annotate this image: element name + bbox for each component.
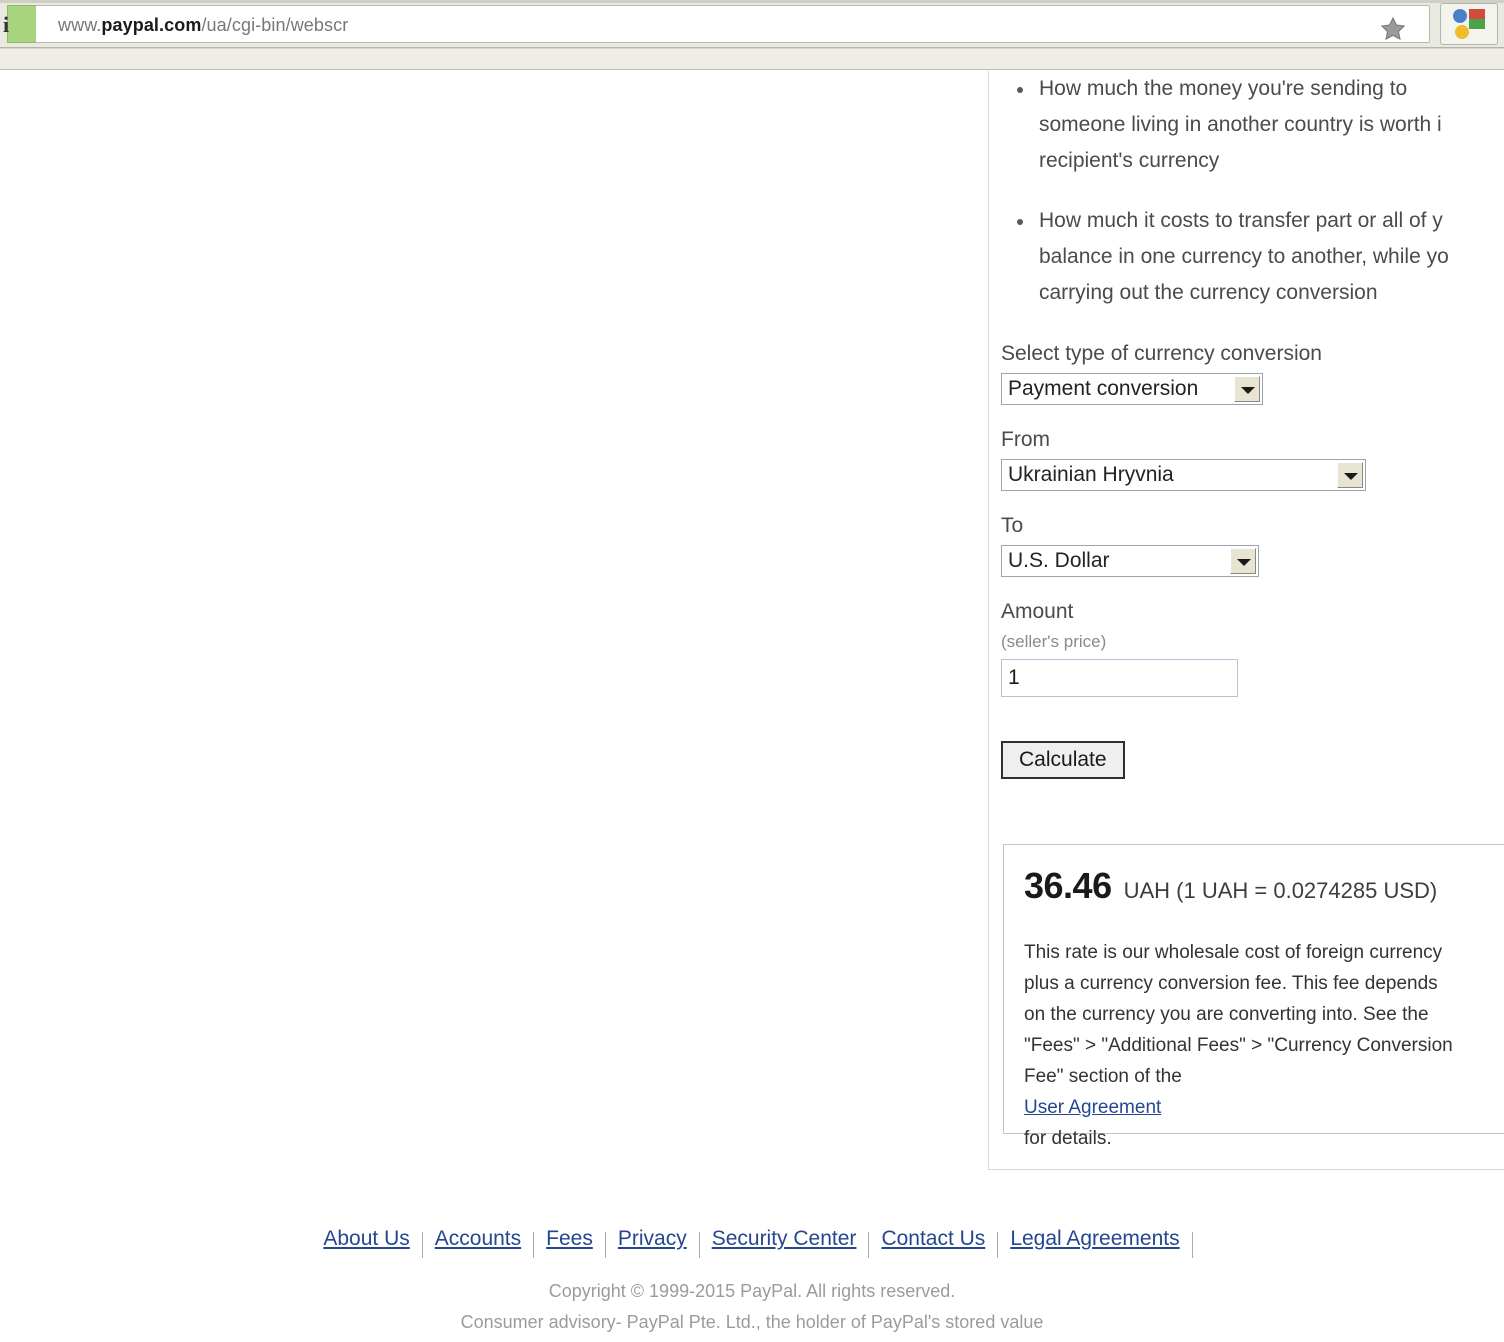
conversion-result-box: 36.46 UAH (1 UAH = 0.0274285 USD) This ra… [1003,844,1504,1149]
conversion-type-value: Payment conversion [1008,377,1199,400]
bullet-line: someone living in another country is wor… [1039,113,1442,136]
copyright-text: Copyright © 1999-2015 PayPal. All rights… [0,1276,1504,1338]
disclaimer-line-with-link: Fee" section of the User Agreement for d… [1024,1061,1504,1154]
bullet-line: balance in one currency to another, whil… [1039,245,1449,268]
bullet-line: recipient's currency [1039,149,1220,172]
bullet-line: How much it costs to transfer part or al… [1039,209,1443,232]
disclaimer-line: This rate is our wholesale cost of forei… [1024,942,1443,963]
amount-input[interactable] [1001,659,1238,697]
conversion-type-select[interactable]: Payment conversion [1001,373,1263,405]
footer-link-legal-agreements[interactable]: Legal Agreements [998,1224,1191,1254]
from-currency-value: Ukrainian Hryvnia [1008,463,1174,486]
from-currency-select[interactable]: Ukrainian Hryvnia [1001,459,1366,491]
screenshot-root: i www.paypal.com/ua/cgi-bin/webscr How m… [0,0,1504,1342]
google-profile-button[interactable] [1440,3,1498,45]
from-currency-label: From [1001,428,1050,451]
bullet-line: How much the money you're sending to [1039,77,1408,100]
footer-link-security-center[interactable]: Security Center [700,1224,869,1254]
amount-field: Amount (seller's price) [1001,599,1504,697]
chevron-down-icon[interactable] [1337,462,1363,488]
address-bar[interactable]: www.paypal.com/ua/cgi-bin/webscr [36,5,1430,43]
footer-link-fees[interactable]: Fees [534,1224,605,1254]
to-currency-value: U.S. Dollar [1008,549,1110,572]
disclaimer-line: on the currency you are converting into.… [1024,1004,1429,1025]
page-viewport: How much the money you're sending to som… [0,71,1504,1342]
browser-toolbar: i www.paypal.com/ua/cgi-bin/webscr [0,0,1504,48]
address-bar-url: www.paypal.com/ua/cgi-bin/webscr [58,15,348,36]
chrome-top-divider [0,0,1504,3]
consumer-advisory-line: Consumer advisory- PayPal Pte. Ltd., the… [460,1312,1044,1332]
converted-amount: 36.46 [1024,865,1112,906]
footer-link-privacy[interactable]: Privacy [606,1224,699,1254]
url-domain: paypal.com [101,15,202,35]
footer-divider [1191,1232,1193,1258]
disclaimer-suffix: for details. [1024,1128,1112,1149]
exchange-rate-text: UAH (1 UAH = 0.0274285 USD) [1123,878,1438,903]
info-bullet-list: How much the money you're sending to som… [1003,71,1504,335]
chevron-down-icon[interactable] [1234,376,1260,402]
ev-certificate-badge[interactable]: i [3,5,36,43]
disclaimer-line: plus a currency conversion fee. This fee… [1024,973,1438,994]
rate-disclaimer: This rate is our wholesale cost of forei… [1024,937,1504,1154]
footer-link-bar: About Us Accounts Fees Privacy Security Cent… [0,1224,1504,1258]
amount-label: Amount [1001,600,1074,623]
list-item: How much the money you're sending to som… [1003,71,1504,179]
bookmarks-bar [0,48,1504,70]
url-path: /ua/cgi-bin/webscr [201,15,349,35]
url-prefix: www. [58,15,102,35]
footer-link-contact-us[interactable]: Contact Us [869,1224,997,1254]
user-agreement-link[interactable]: User Agreement [1024,1097,1161,1118]
disclaimer-prefix: Fee" section of the [1024,1066,1182,1087]
conversion-type-label: Select type of currency conversion [1001,342,1322,365]
to-currency-label: To [1001,514,1024,537]
amount-sublabel: (seller's price) [1001,632,1107,651]
bullet-line: carrying out the currency conversion [1039,281,1378,304]
ev-badge-glyph: i [3,12,10,37]
to-currency-select[interactable]: U.S. Dollar [1001,545,1259,577]
chevron-down-icon[interactable] [1230,548,1256,574]
disclaimer-line: "Fees" > "Additional Fees" > "Currency C… [1024,1035,1453,1056]
list-item: How much it costs to transfer part or al… [1003,203,1504,311]
result-headline: 36.46 UAH (1 UAH = 0.0274285 USD) [1024,865,1437,907]
conversion-type-field: Select type of currency conversion Payme… [1001,341,1504,405]
from-currency-field: From Ukrainian Hryvnia [1001,427,1504,491]
currency-converter-panel: How much the money you're sending to som… [988,71,1504,1170]
to-currency-field: To U.S. Dollar [1001,513,1504,577]
calculate-button[interactable]: Calculate [1001,741,1125,779]
footer-link-about-us[interactable]: About Us [311,1224,421,1254]
bookmark-star-icon[interactable] [1379,15,1407,43]
currency-conversion-form: Select type of currency conversion Payme… [1001,341,1504,779]
copyright-line: Copyright © 1999-2015 PayPal. All rights… [548,1281,956,1301]
footer-link-accounts[interactable]: Accounts [423,1224,533,1254]
